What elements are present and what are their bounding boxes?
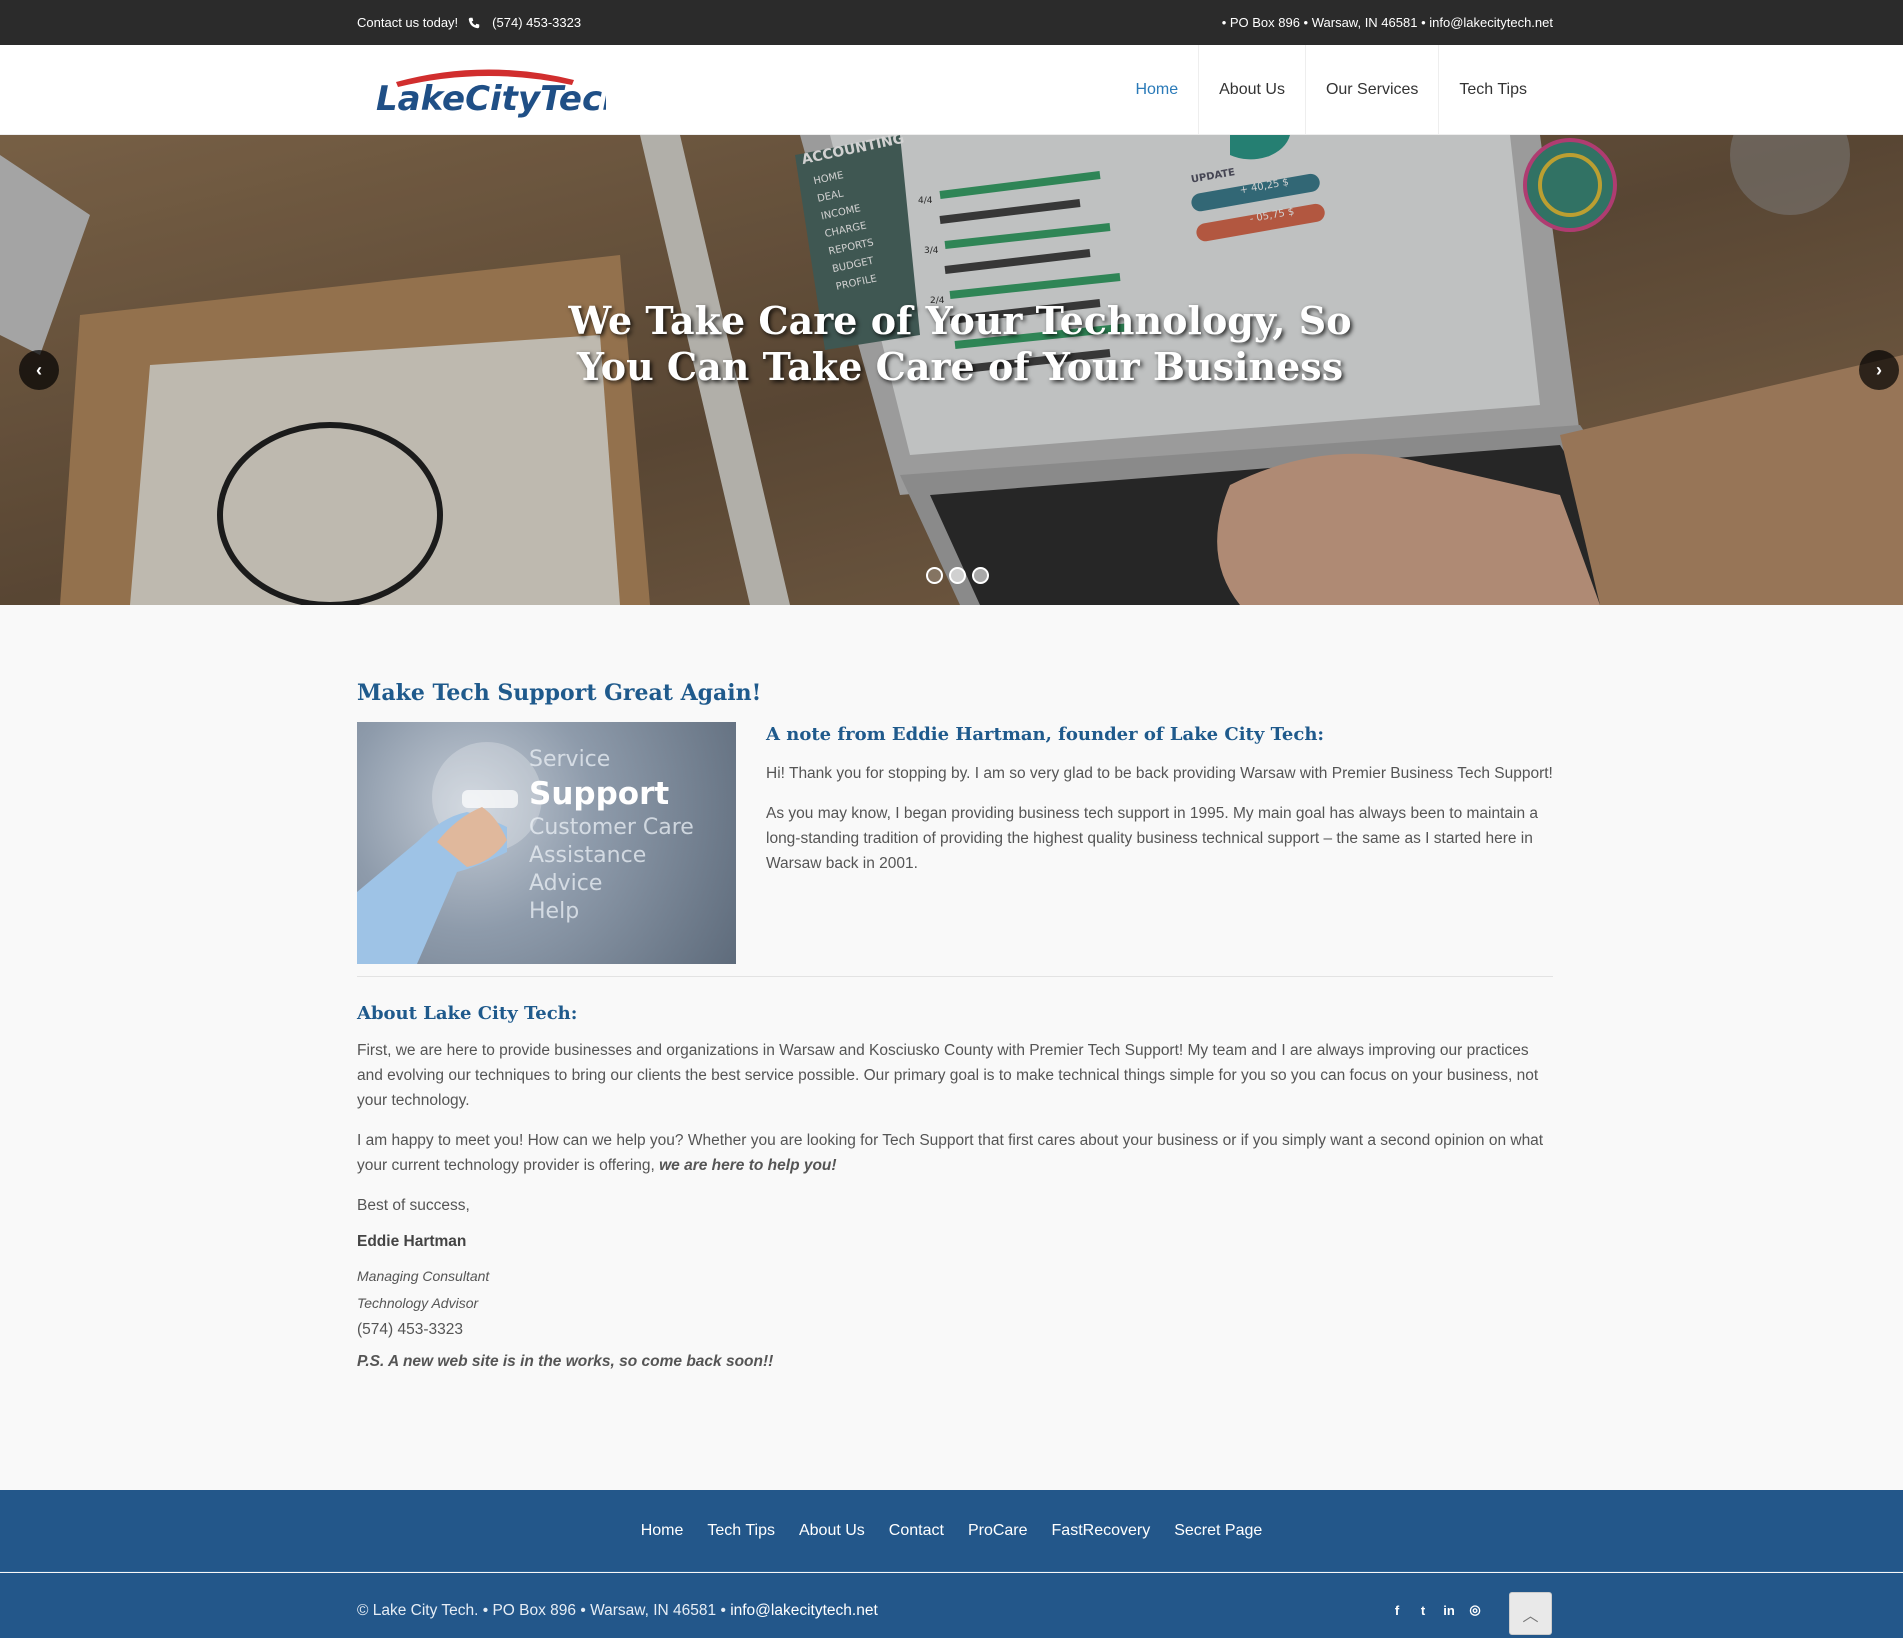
contact-label: Contact us today! <box>357 15 459 30</box>
note-paragraph-2: As you may know, I began providing busin… <box>766 805 1539 872</box>
image-word-list: Service Support Customer Care Assistance… <box>529 746 694 926</box>
footer-link-secret-page[interactable]: Secret Page <box>1174 1522 1262 1540</box>
note-paragraph-1: Hi! Thank you for stopping by. I am so v… <box>766 765 1553 782</box>
closing-line: Best of success, <box>357 1197 470 1214</box>
linkedin-icon[interactable]: in <box>1442 1603 1456 1618</box>
slider-dot-2[interactable] <box>949 567 966 584</box>
image-word: Help <box>529 899 580 924</box>
ps-note: P.S. A new web site is in the works, so … <box>357 1353 774 1370</box>
facebook-icon[interactable]: f <box>1390 1603 1404 1618</box>
footer-link-about-us[interactable]: About Us <box>799 1522 865 1540</box>
about-heading: About Lake City Tech: <box>357 1003 578 1024</box>
main-content: Make Tech Support Great Again! Service S… <box>357 680 1553 1371</box>
hero-slider: ACCOUNTING HOME DEAL INCOME CHARGE REPOR… <box>0 135 1903 605</box>
footer-link-fastrecovery[interactable]: FastRecovery <box>1052 1522 1151 1540</box>
nav-about-us[interactable]: About Us <box>1198 45 1305 135</box>
slider-pagination <box>926 567 989 584</box>
signature-role: Technology Advisor <box>357 1295 479 1311</box>
slider-prev-arrow-icon[interactable]: ‹ <box>19 350 59 390</box>
copyright-text: © Lake City Tech. • PO Box 896 • Warsaw,… <box>357 1602 731 1619</box>
footer-bottom: © Lake City Tech. • PO Box 896 • Warsaw,… <box>0 1573 1903 1638</box>
twitter-icon[interactable]: t <box>1416 1603 1430 1618</box>
logo-text: LakeCityTech <box>376 79 606 119</box>
page-title: Make Tech Support Great Again! <box>357 680 762 706</box>
nav-home[interactable]: Home <box>1115 45 1198 138</box>
top-bar: Contact us today! (574) 453-3323 • PO Bo… <box>0 0 1903 45</box>
footer-link-contact[interactable]: Contact <box>889 1522 944 1540</box>
slider-dot-1[interactable] <box>926 567 943 584</box>
lake-city-tech-logo[interactable]: LakeCityTech <box>374 62 606 122</box>
nav-tech-tips[interactable]: Tech Tips <box>1438 45 1547 135</box>
signature-phone: (574) 453-3323 <box>357 1321 463 1338</box>
instagram-icon[interactable]: ◎ <box>1468 1602 1482 1617</box>
signature-role: Managing Consultant <box>357 1268 490 1284</box>
footer-link-tech-tips[interactable]: Tech Tips <box>707 1522 775 1540</box>
note-heading: A note from Eddie Hartman, founder of La… <box>766 724 1325 745</box>
topbar-phone[interactable]: (574) 453-3323 <box>492 15 581 30</box>
support-image: Service Support Customer Care Assistance… <box>357 722 736 964</box>
nav-our-services[interactable]: Our Services <box>1304 45 1438 135</box>
section-divider <box>357 976 1553 977</box>
footer-nav: Home Tech Tips About Us Contact ProCare … <box>0 1490 1903 1572</box>
back-to-top-button[interactable]: ︿ <box>1509 1592 1552 1635</box>
about-paragraph-1: First, we are here to provide businesses… <box>357 1042 1539 1109</box>
signature-name: Eddie Hartman <box>357 1233 467 1250</box>
site-header: LakeCityTech Home About Us Our Services … <box>0 45 1903 138</box>
footer-link-home[interactable]: Home <box>641 1522 684 1540</box>
topbar-contact: Contact us today! (574) 453-3323 <box>357 15 581 30</box>
image-word: Customer Care <box>529 815 694 840</box>
slider-dot-3[interactable] <box>972 567 989 584</box>
image-word: Support <box>529 776 670 812</box>
footer-email-link[interactable]: info@lakecitytech.net <box>730 1602 878 1619</box>
copyright: © Lake City Tech. • PO Box 896 • Warsaw,… <box>357 1602 878 1620</box>
topbar-address: • PO Box 896 • Warsaw, IN 46581 • info@l… <box>1221 15 1553 30</box>
main-nav: Home About Us Our Services Tech Tips <box>1115 45 1547 138</box>
image-word: Assistance <box>529 843 647 868</box>
hero-title: We Take Care of Your Technology, So You … <box>568 298 1352 389</box>
image-word: Service <box>529 747 611 772</box>
image-word: Advice <box>529 871 603 896</box>
about-paragraph-2-emphasis: we are here to help you! <box>659 1157 837 1174</box>
founder-note-section: Service Support Customer Care Assistance… <box>357 722 1553 964</box>
about-paragraph-2-text: I am happy to meet you! How can we help … <box>357 1132 1544 1174</box>
about-paragraph-2: I am happy to meet you! How can we help … <box>357 1128 1553 1178</box>
phone-icon <box>468 17 480 28</box>
founder-note: A note from Eddie Hartman, founder of La… <box>766 722 1553 964</box>
slider-next-arrow-icon[interactable]: › <box>1859 350 1899 390</box>
social-links: f t in ◎ <box>1390 1602 1482 1618</box>
footer-link-procare[interactable]: ProCare <box>968 1522 1028 1540</box>
